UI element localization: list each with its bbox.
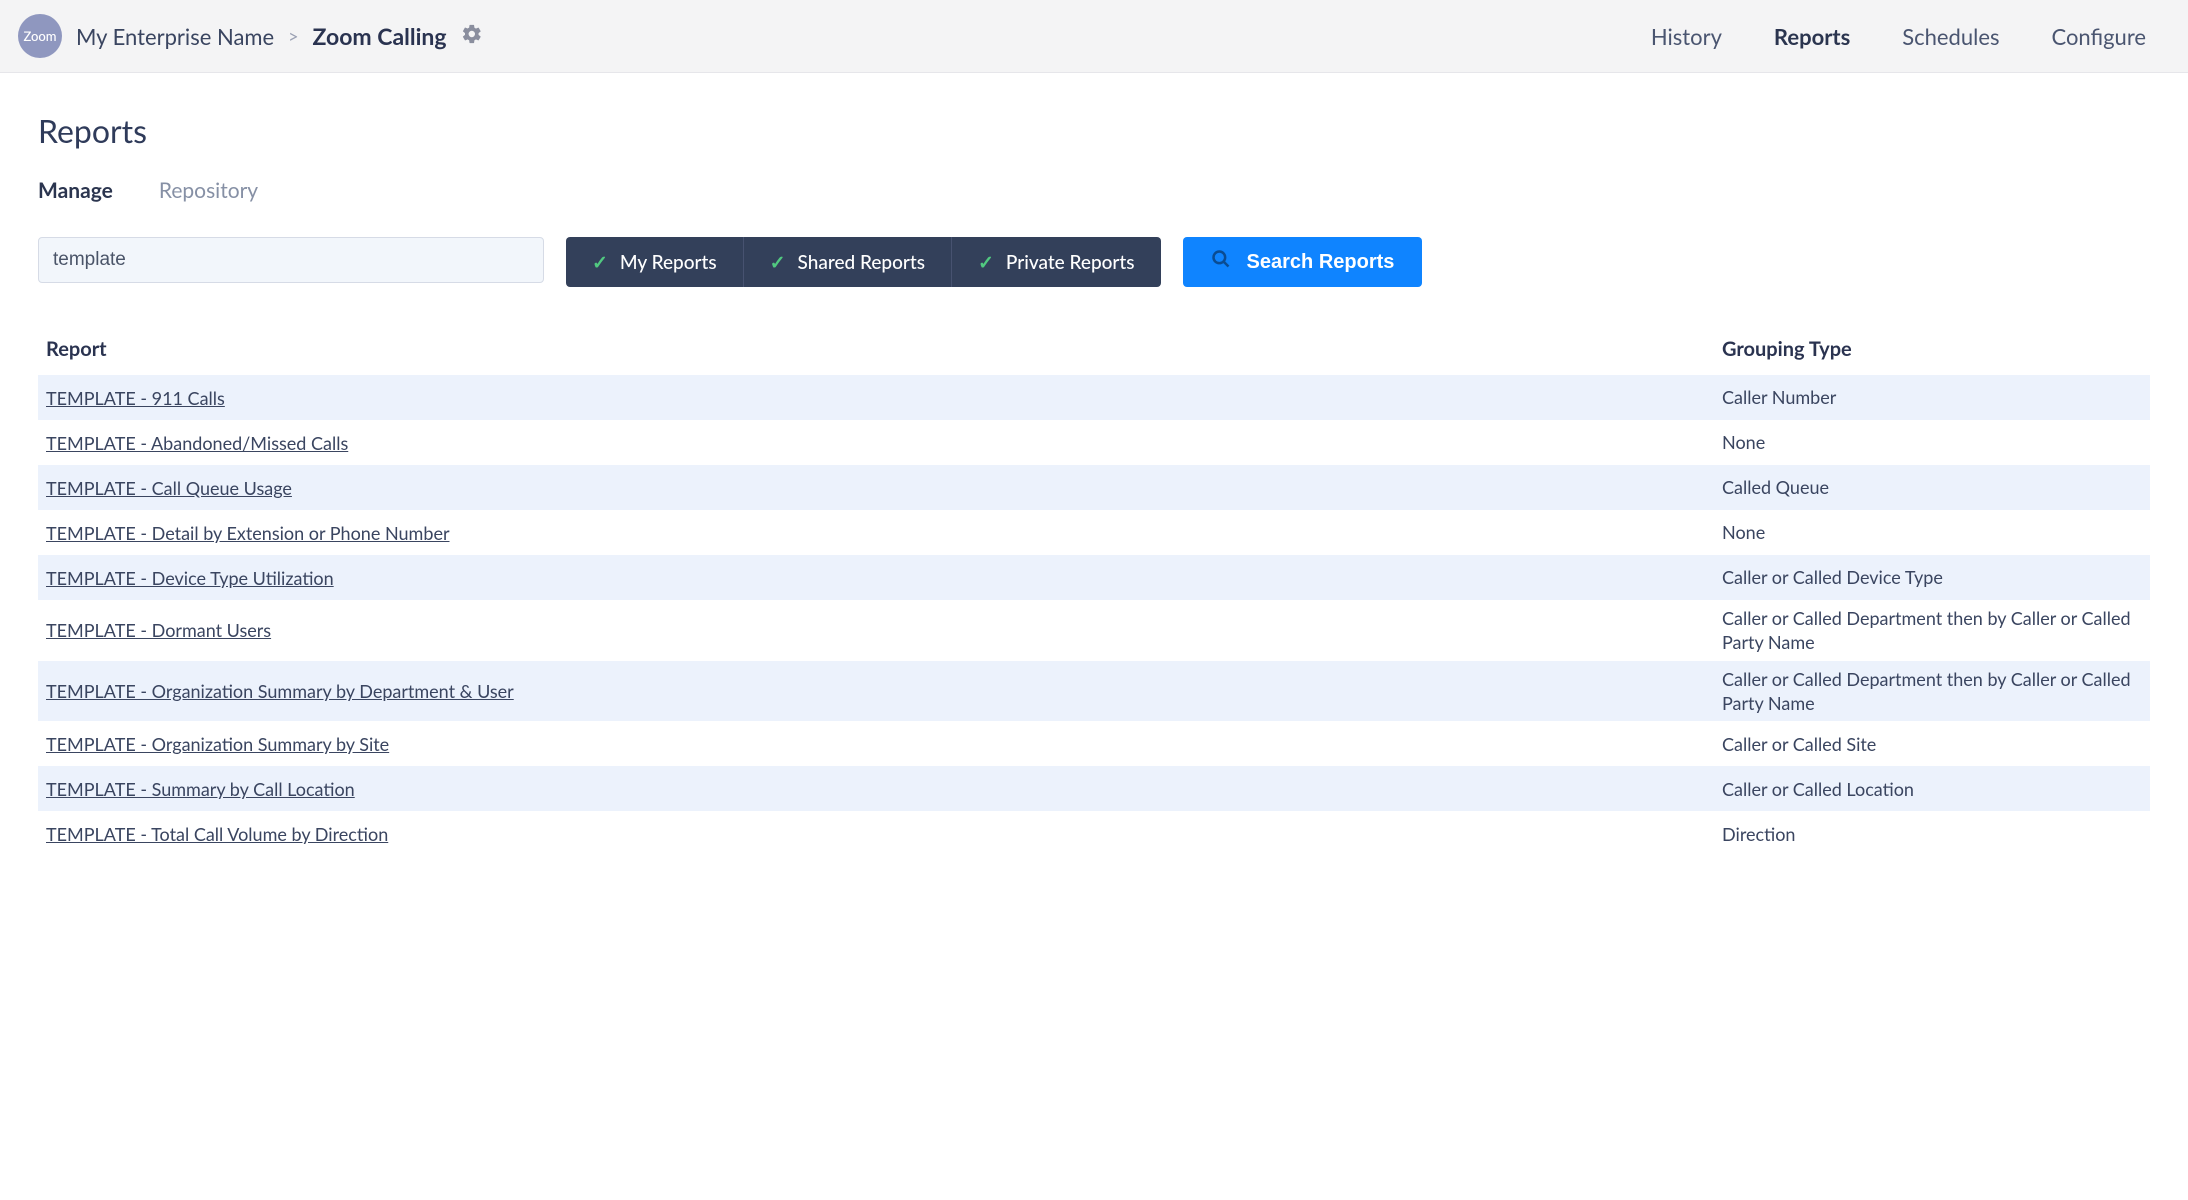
nav-reports[interactable]: Reports: [1774, 23, 1850, 50]
breadcrumb-app[interactable]: Zoom Calling: [313, 22, 447, 50]
cell-report: TEMPLATE - Dormant Users: [46, 619, 1722, 641]
cell-report: TEMPLATE - Device Type Utilization: [46, 567, 1722, 589]
cell-grouping: Caller or Called Site: [1722, 726, 2142, 762]
cell-report: TEMPLATE - 911 Calls: [46, 387, 1722, 409]
check-icon: ✓: [770, 251, 786, 274]
cell-grouping: None: [1722, 514, 2142, 550]
report-link[interactable]: TEMPLATE - Organization Summary by Site: [46, 733, 389, 755]
report-link[interactable]: TEMPLATE - 911 Calls: [46, 387, 225, 409]
table-row: TEMPLATE - Summary by Call Location Calle…: [38, 766, 2150, 811]
table-row: TEMPLATE - Total Call Volume by Directio…: [38, 811, 2150, 856]
table-header: Report Grouping Type: [38, 337, 2150, 375]
report-link[interactable]: TEMPLATE - Dormant Users: [46, 619, 271, 641]
table-row: TEMPLATE - Dormant Users Caller or Called…: [38, 600, 2150, 661]
table-row: TEMPLATE - Call Queue Usage Called Queue: [38, 465, 2150, 510]
page-body: Reports Manage Repository ✓ My Reports ✓…: [0, 73, 2188, 856]
tab-manage[interactable]: Manage: [38, 178, 113, 203]
cell-report: TEMPLATE - Abandoned/Missed Calls: [46, 432, 1722, 454]
toggle-my-reports[interactable]: ✓ My Reports: [566, 237, 744, 287]
cell-report: TEMPLATE - Summary by Call Location: [46, 778, 1722, 800]
cell-report: TEMPLATE - Organization Summary by Site: [46, 733, 1722, 755]
report-link[interactable]: TEMPLATE - Summary by Call Location: [46, 778, 355, 800]
nav-configure[interactable]: Configure: [2051, 23, 2146, 50]
report-link[interactable]: TEMPLATE - Abandoned/Missed Calls: [46, 432, 348, 454]
cell-grouping: Caller or Called Department then by Call…: [1722, 600, 2142, 661]
table-row: TEMPLATE - Device Type Utilization Caller…: [38, 555, 2150, 600]
cell-report: TEMPLATE - Call Queue Usage: [46, 477, 1722, 499]
report-link[interactable]: TEMPLATE - Total Call Volume by Directio…: [46, 823, 388, 845]
table-row: TEMPLATE - Detail by Extension or Phone …: [38, 510, 2150, 555]
cell-report: TEMPLATE - Detail by Extension or Phone …: [46, 522, 1722, 544]
table-row: TEMPLATE - 911 Calls Caller Number: [38, 375, 2150, 420]
cell-grouping: Direction: [1722, 816, 2142, 852]
tab-repository[interactable]: Repository: [159, 178, 258, 203]
breadcrumb-separator: >: [288, 25, 298, 47]
col-header-grouping[interactable]: Grouping Type: [1722, 337, 2142, 361]
toggle-label: Private Reports: [1006, 251, 1135, 274]
top-nav: History Reports Schedules Configure: [1651, 23, 2170, 50]
report-link[interactable]: TEMPLATE - Device Type Utilization: [46, 567, 334, 589]
col-header-report[interactable]: Report: [46, 337, 1722, 361]
check-icon: ✓: [592, 251, 608, 274]
table-row: TEMPLATE - Abandoned/Missed Calls None: [38, 420, 2150, 465]
gear-icon[interactable]: [461, 23, 483, 50]
search-icon: [1211, 249, 1231, 275]
check-icon: ✓: [978, 251, 994, 274]
zoom-badge-icon: Zoom: [18, 14, 62, 58]
top-header: Zoom My Enterprise Name > Zoom Calling H…: [0, 0, 2188, 73]
cell-report: TEMPLATE - Total Call Volume by Directio…: [46, 823, 1722, 845]
toggle-private-reports[interactable]: ✓ Private Reports: [952, 237, 1161, 287]
subtabs: Manage Repository: [38, 178, 2150, 203]
breadcrumb: Zoom My Enterprise Name > Zoom Calling: [18, 14, 483, 58]
report-link[interactable]: TEMPLATE - Detail by Extension or Phone …: [46, 522, 450, 544]
filter-row: ✓ My Reports ✓ Shared Reports ✓ Private …: [38, 237, 2150, 287]
search-reports-button[interactable]: Search Reports: [1183, 237, 1423, 287]
toggle-label: My Reports: [620, 251, 717, 274]
cell-grouping: Caller or Called Department then by Call…: [1722, 661, 2142, 722]
report-scope-toggles: ✓ My Reports ✓ Shared Reports ✓ Private …: [566, 237, 1161, 287]
table-body: TEMPLATE - 911 CallsCaller NumberTEMPLAT…: [38, 375, 2150, 856]
cell-grouping: Caller or Called Device Type: [1722, 559, 2142, 595]
breadcrumb-enterprise[interactable]: My Enterprise Name: [76, 23, 274, 50]
report-link[interactable]: TEMPLATE - Call Queue Usage: [46, 477, 292, 499]
cell-grouping: Called Queue: [1722, 469, 2142, 505]
search-input[interactable]: [38, 237, 544, 283]
nav-history[interactable]: History: [1651, 23, 1722, 50]
nav-schedules[interactable]: Schedules: [1902, 23, 1999, 50]
cell-grouping: Caller or Called Location: [1722, 771, 2142, 807]
table-row: TEMPLATE - Organization Summary by Depar…: [38, 661, 2150, 722]
cell-grouping: Caller Number: [1722, 379, 2142, 415]
page-title: Reports: [38, 111, 2150, 150]
report-link[interactable]: TEMPLATE - Organization Summary by Depar…: [46, 680, 514, 702]
cell-report: TEMPLATE - Organization Summary by Depar…: [46, 680, 1722, 702]
table-row: TEMPLATE - Organization Summary by Site C…: [38, 721, 2150, 766]
toggle-label: Shared Reports: [798, 251, 925, 274]
search-button-label: Search Reports: [1247, 251, 1395, 274]
toggle-shared-reports[interactable]: ✓ Shared Reports: [744, 237, 952, 287]
cell-grouping: None: [1722, 424, 2142, 460]
